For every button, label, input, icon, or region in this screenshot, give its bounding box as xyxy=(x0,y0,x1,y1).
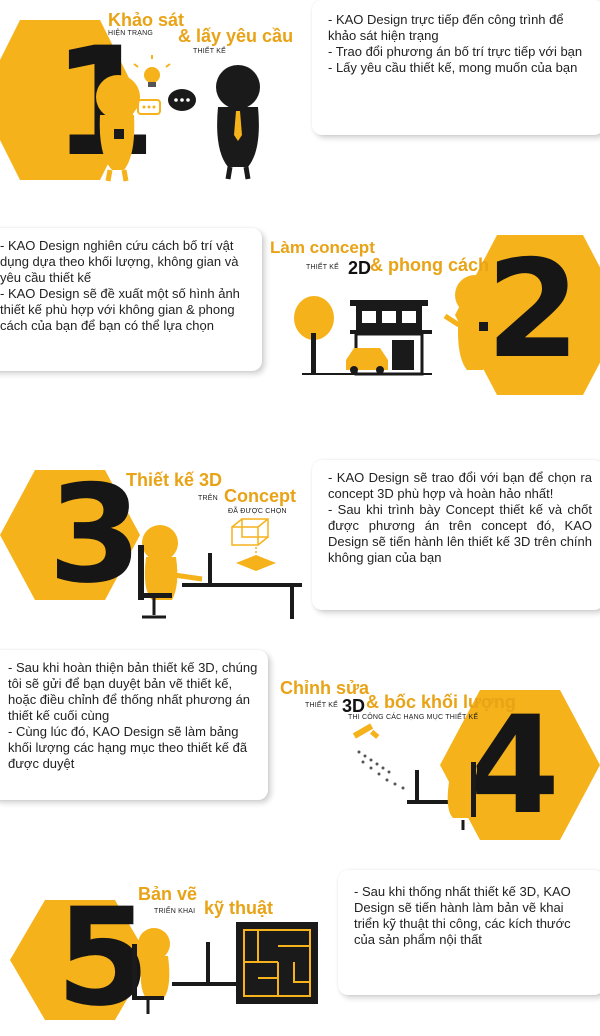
title-main-2: kỹ thuật xyxy=(204,898,274,918)
description-card: - KAO Design nghiên cứu cách bố trí vật … xyxy=(0,228,262,371)
tree-icon xyxy=(294,296,334,373)
title-sub: TRÊN xyxy=(198,495,218,502)
character-illustration xyxy=(96,55,260,182)
description-line: - Trao đổi phương án bố trí trực tiếp vớ… xyxy=(328,44,583,59)
step-5: 5 Bản vẽ TRIỂN KHAI kỹ thuật - Sau khi t… xyxy=(0,850,600,1025)
black-person xyxy=(216,65,260,180)
desk-illustration xyxy=(138,518,302,619)
pencil-icon xyxy=(352,723,380,739)
description-line: - Lấy yêu cầu thiết kế, mong muốn của bạ… xyxy=(328,60,578,75)
title-main: Bản vẽ xyxy=(138,884,198,904)
step-2: 2 Làm concept THIẾT KẾ 2D & phong cách -… xyxy=(0,200,600,400)
description-line: - KAO Design sẽ đề xuất một số hình ảnh … xyxy=(0,286,240,333)
description-line: - Sau khi hoàn thiện bản thiết kế 3D, ch… xyxy=(8,660,258,723)
description-line: - Cùng lúc đó, KAO Design sẽ làm bảng kh… xyxy=(8,724,248,771)
cube-icon xyxy=(231,518,276,571)
yellow-person xyxy=(138,928,170,998)
description-line: - Sau khi trình bày Concept thiết kế và … xyxy=(328,502,592,565)
title-main: Thiết kế 3D xyxy=(126,470,223,490)
step-4: 4 Chỉnh sửa THIẾT KẾ 3D & bốc khối lượng… xyxy=(0,640,600,840)
title-sub: HIỆN TRẠNG xyxy=(108,30,154,37)
title-main: Làm concept xyxy=(270,238,375,257)
description-line: - Sau khi thống nhất thiết kế 3D, KAO De… xyxy=(354,884,571,947)
description-line: - KAO Design nghiên cứu cách bố trí vật … xyxy=(0,238,239,285)
yellow-person xyxy=(96,75,140,182)
description-card: - Sau khi hoàn thiện bản thiết kế 3D, ch… xyxy=(0,650,268,800)
title-sub: THIẾT KẾ xyxy=(306,264,339,271)
description-card: - Sau khi thống nhất thiết kế 3D, KAO De… xyxy=(338,870,600,995)
description-line: - KAO Design sẽ trao đổi với bạn để chọn… xyxy=(328,470,592,501)
particles-icon xyxy=(357,750,405,790)
editing-illustration xyxy=(352,723,477,830)
speech-bubble-icon xyxy=(137,89,196,115)
yellow-person xyxy=(142,525,203,600)
title-sub-2: THI CÔNG CÁC HẠNG MỤC THIẾT KẾ xyxy=(348,714,479,721)
title-sub-2: THIẾT KẾ xyxy=(193,48,226,55)
floor-plan-icon xyxy=(236,922,318,1004)
description-card: - KAO Design trực tiếp đến công trình để… xyxy=(312,0,600,135)
description-line: - KAO Design trực tiếp đến công trình để… xyxy=(328,12,564,43)
title-main-2: Concept xyxy=(224,486,296,506)
lightbulb-icon xyxy=(133,55,171,87)
yellow-person xyxy=(443,275,495,370)
step-1: 1 Khảo sát HIỆN TRẠNG & lấy yêu cầu THIẾ… xyxy=(0,0,600,200)
title-main-2: 2D xyxy=(348,258,372,278)
title-main: Khảo sát xyxy=(108,10,185,30)
title-sub: THIẾT KẾ xyxy=(305,702,338,709)
blueprint-illustration xyxy=(132,922,318,1014)
title-main-2: & lấy yêu cầu xyxy=(178,26,294,46)
title-sub: TRIỂN KHAI xyxy=(154,908,196,915)
house-illustration xyxy=(294,296,432,376)
title-main-3: & bốc khối lượng xyxy=(366,692,516,712)
description-card: - KAO Design sẽ trao đổi với bạn để chọn… xyxy=(312,460,600,610)
step-3: 3 Thiết kế 3D TRÊN Concept ĐÃ ĐƯỢC CHỌN xyxy=(0,445,600,645)
